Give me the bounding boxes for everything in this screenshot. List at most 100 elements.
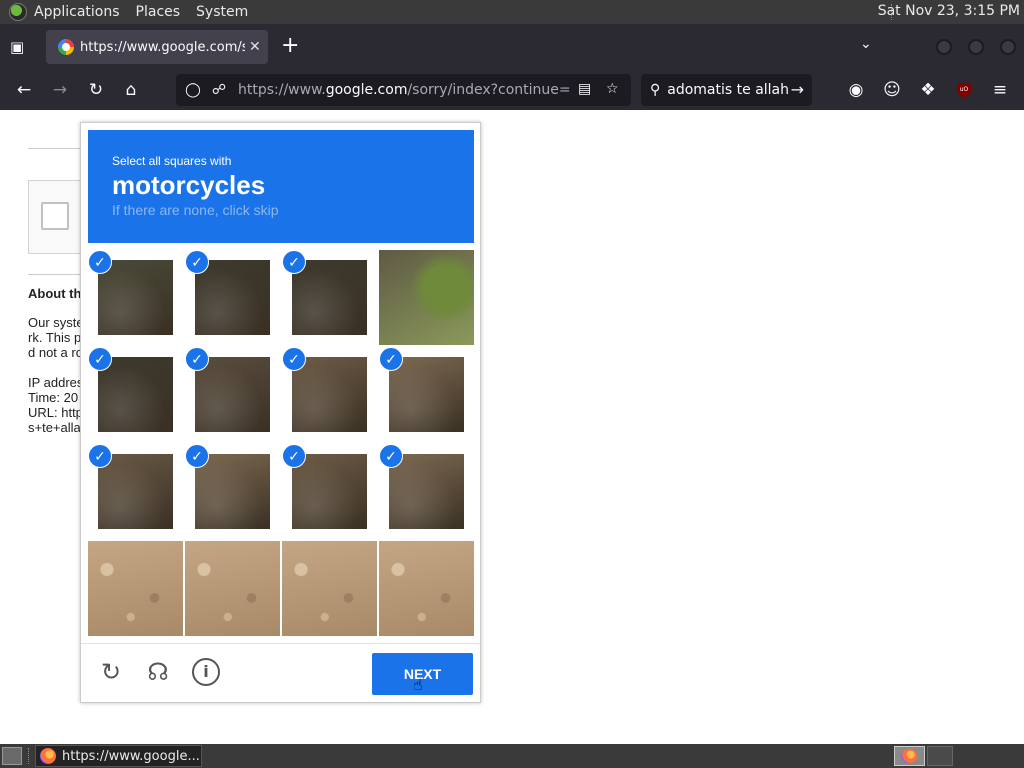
- maximize-button[interactable]: [968, 39, 984, 55]
- captcha-tile[interactable]: ✓: [379, 444, 474, 539]
- home-icon[interactable]: ⌂: [121, 80, 141, 100]
- workspace-1[interactable]: [894, 746, 925, 766]
- google-favicon-icon: [58, 39, 74, 55]
- tile-image: [379, 541, 474, 636]
- bookmark-star-icon[interactable]: ☆: [606, 81, 619, 97]
- tile-selected-check-icon: ✓: [185, 347, 209, 371]
- menu-hamburger-icon[interactable]: ≡: [990, 80, 1010, 100]
- tile-image: [292, 260, 367, 335]
- clock[interactable]: Sat Nov 23, 3:15 PM: [878, 3, 1020, 19]
- tile-selected-check-icon: ✓: [88, 250, 112, 274]
- firefox-mini-icon: [901, 749, 917, 763]
- body-text: d not a ro: [28, 345, 83, 360]
- top-panel: Applications Places System Sat Nov 23, 3…: [0, 0, 1024, 24]
- recaptcha-checkbox[interactable]: [41, 202, 69, 230]
- search-go-arrow-icon[interactable]: →: [791, 80, 804, 99]
- tile-image: [389, 454, 464, 529]
- captcha-tile[interactable]: ✓: [185, 250, 280, 345]
- captcha-tile[interactable]: ✓: [185, 347, 280, 442]
- chevron-down-icon[interactable]: ⌄: [860, 36, 872, 52]
- recaptcha-challenge: Select all squares with motorcycles If t…: [80, 122, 481, 703]
- applications-menu[interactable]: Applications: [34, 4, 120, 20]
- system-menu[interactable]: System: [196, 4, 248, 20]
- target-object: motorcycles: [112, 170, 266, 200]
- tile-image: [282, 541, 377, 636]
- lock-icon[interactable]: ☍: [210, 82, 228, 98]
- panel-separator: [28, 748, 31, 764]
- tile-selected-check-icon: ✓: [282, 250, 306, 274]
- tile-image: [98, 260, 173, 335]
- info-icon[interactable]: i: [192, 658, 220, 686]
- url-text[interactable]: https://www.google.com/sorry/index?conti…: [238, 82, 570, 98]
- audio-challenge-icon[interactable]: ☊: [144, 658, 172, 686]
- captcha-tile[interactable]: [185, 541, 280, 636]
- hint-text: If there are none, click skip: [112, 202, 279, 218]
- url-domain: google.com: [325, 82, 408, 98]
- tile-selected-check-icon: ✓: [88, 444, 112, 468]
- account-icon[interactable]: ☺: [882, 80, 902, 100]
- search-query[interactable]: adomatis te allah: [667, 82, 789, 98]
- captcha-tile[interactable]: ✓: [282, 347, 377, 442]
- divider: [28, 148, 88, 149]
- captcha-tile[interactable]: [88, 541, 183, 636]
- places-menu[interactable]: Places: [136, 4, 181, 20]
- forward-arrow-icon[interactable]: →: [50, 80, 70, 100]
- tile-image: [379, 250, 474, 345]
- tab-close-icon[interactable]: ✕: [249, 39, 261, 55]
- pocket-icon[interactable]: ◉: [846, 80, 866, 100]
- captcha-tile[interactable]: ✓: [88, 250, 183, 345]
- ublock-origin-icon[interactable]: uO: [957, 83, 971, 97]
- new-tab-icon[interactable]: +: [281, 35, 299, 57]
- body-text: Our syste: [28, 315, 84, 330]
- navigation-toolbar: ← → ↻ ⌂ ◯ ☍ https://www.google.com/sorry…: [0, 70, 1024, 110]
- tile-image: [292, 357, 367, 432]
- captcha-tile[interactable]: [282, 541, 377, 636]
- workspace-2[interactable]: [927, 746, 953, 766]
- search-icon: ⚲: [650, 82, 661, 98]
- hand-cursor-icon: ☝: [413, 675, 423, 694]
- captcha-tile[interactable]: [379, 250, 474, 345]
- ip-address-text: IP addres: [28, 375, 84, 390]
- url-bar[interactable]: ◯ ☍ https://www.google.com/sorry/index?c…: [176, 74, 631, 106]
- shield-icon[interactable]: ◯: [184, 82, 202, 98]
- captcha-tile[interactable]: ✓: [185, 444, 280, 539]
- tile-image: [195, 357, 270, 432]
- tile-image: [88, 541, 183, 636]
- tile-selected-check-icon: ✓: [185, 444, 209, 468]
- tile-selected-check-icon: ✓: [282, 444, 306, 468]
- search-bar[interactable]: ⚲ adomatis te allah →: [641, 74, 812, 106]
- firefox-view-icon[interactable]: ▣: [10, 38, 28, 56]
- captcha-tile[interactable]: ✓: [88, 444, 183, 539]
- instruction-text: Select all squares with: [112, 154, 232, 168]
- close-window-button[interactable]: [1000, 39, 1016, 55]
- reload-challenge-icon[interactable]: ↻: [97, 658, 125, 686]
- extensions-icon[interactable]: ❖: [918, 80, 938, 100]
- url-prefix: https://www.: [238, 82, 326, 98]
- captcha-tile[interactable]: ✓: [88, 347, 183, 442]
- reader-view-icon[interactable]: ▤: [578, 81, 591, 97]
- tab-title: https://www.google.com/sorry: [80, 39, 245, 55]
- footer-divider: [81, 643, 480, 644]
- taskbar-firefox-window[interactable]: https://www.google...: [35, 745, 202, 767]
- minimize-button[interactable]: [936, 39, 952, 55]
- divider: [28, 274, 88, 275]
- reload-icon[interactable]: ↻: [86, 80, 106, 100]
- firefox-icon: [40, 748, 56, 764]
- captcha-tile[interactable]: ✓: [282, 250, 377, 345]
- tile-selected-check-icon: ✓: [379, 444, 403, 468]
- taskbar-window-title: https://www.google...: [62, 748, 200, 764]
- tile-image: [195, 454, 270, 529]
- captcha-tile[interactable]: ✓: [379, 347, 474, 442]
- url-text-cont: s+te+alla: [28, 420, 81, 435]
- back-arrow-icon[interactable]: ←: [14, 80, 34, 100]
- tile-image: [185, 541, 280, 636]
- show-desktop-icon[interactable]: [2, 747, 22, 765]
- body-text: rk. This p: [28, 330, 82, 345]
- about-heading: About th: [28, 286, 82, 301]
- captcha-tile[interactable]: [379, 541, 474, 636]
- tab-google-sorry[interactable]: https://www.google.com/sorry ✕: [46, 30, 268, 64]
- tile-image: [292, 454, 367, 529]
- tile-image: [389, 357, 464, 432]
- captcha-tile[interactable]: ✓: [282, 444, 377, 539]
- distro-logo-icon[interactable]: [9, 3, 27, 21]
